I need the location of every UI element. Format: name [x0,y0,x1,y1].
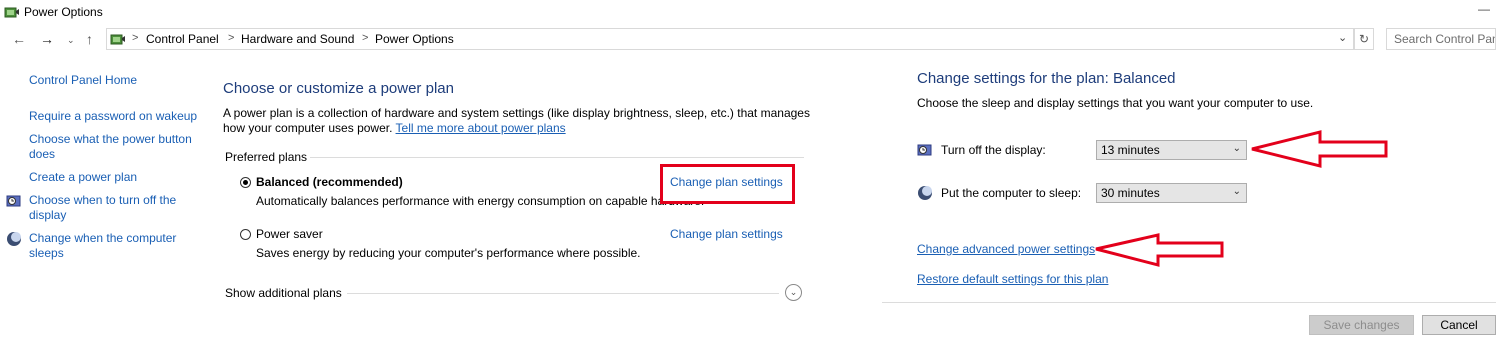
address-power-icon [110,31,126,47]
plan-description-text: how your computer uses power. [223,121,393,135]
breadcrumb-hardware-and-sound[interactable]: Hardware and Sound [241,32,354,46]
forward-icon[interactable]: → [40,31,54,47]
change-plan-settings-balanced-link-overlay[interactable]: Change plan settings [670,175,783,189]
power-saver-radio[interactable] [240,229,251,240]
settings-heading: Change settings for the plan: Balanced [917,70,1176,87]
cancel-button[interactable]: Cancel [1422,315,1496,335]
window-title: Power Options [24,5,103,19]
plan-desc-power-saver: Saves energy by reducing your computer's… [256,246,641,260]
sidebar-item-label: Change when the computer [29,231,177,245]
sidebar-item-turn-off-display[interactable]: Choose when to turn off the display [29,193,176,223]
sidebar-item-label: does [29,147,56,161]
refresh-icon[interactable]: ↻ [1354,28,1374,50]
sidebar-item-change-sleep[interactable]: Change when the computer sleeps [29,231,176,261]
turn-off-display-label: Turn off the display: [941,143,1046,157]
divider [347,293,779,294]
settings-subtitle: Choose the sleep and display settings th… [917,96,1314,110]
plan-description-line2: how your computer uses power. Tell me mo… [223,121,566,135]
change-plan-settings-power-saver-link[interactable]: Change plan settings [670,227,783,241]
change-advanced-settings-link[interactable]: Change advanced power settings [917,242,1095,256]
sleep-moon-icon [917,185,933,201]
plan-name-balanced: Balanced (recommended) [256,175,403,189]
breadcrumb-power-options[interactable]: Power Options [375,32,454,46]
tell-me-more-link[interactable]: Tell me more about power plans [396,121,566,135]
breadcrumb-separator: > [362,32,369,44]
plan-desc-balanced: Automatically balances performance with … [256,194,705,208]
plan-name-power-saver: Power saver [256,227,323,241]
sidebar-item-label: Choose what the power button [29,132,192,146]
sidebar-item-create-plan[interactable]: Create a power plan [29,170,137,184]
chevron-down-icon: ⌄ [1232,143,1241,154]
back-icon[interactable]: ← [12,31,26,47]
chevron-down-icon: ⌄ [1232,186,1241,197]
address-dropdown-chevron-down-icon[interactable]: ⌄ [1338,31,1347,44]
preferred-plans-label: Preferred plans [225,150,308,164]
display-clock-icon [6,193,22,209]
up-icon[interactable]: ↑ [86,31,93,47]
annotation-arrow-display [1251,130,1388,168]
turn-off-display-value: 13 minutes [1101,143,1160,157]
breadcrumb-separator: > [228,32,235,44]
page-title: Choose or customize a power plan [223,80,454,97]
sleep-label: Put the computer to sleep: [941,186,1082,200]
show-additional-plans-label[interactable]: Show additional plans [225,286,342,300]
sleep-select[interactable]: 30 minutes ⌄ [1096,183,1247,203]
save-changes-button[interactable]: Save changes [1309,315,1414,335]
sidebar-item-require-password[interactable]: Require a password on wakeup [29,109,197,123]
breadcrumb-separator: > [132,32,139,44]
breadcrumb-control-panel[interactable]: Control Panel [146,32,219,46]
sidebar-item-label: sleeps [29,246,64,260]
power-options-icon [4,4,20,20]
balanced-radio[interactable] [240,177,251,188]
divider [882,302,1496,303]
annotation-arrow-advanced [1095,233,1224,267]
sleep-value: 30 minutes [1101,186,1160,200]
search-input[interactable]: Search Control Pan [1386,28,1496,50]
sidebar-item-label: display [29,208,67,222]
expand-chevron-down-icon[interactable]: ⌄ [785,284,802,301]
plan-description-line1: A power plan is a collection of hardware… [223,106,810,120]
recent-locations-chevron-down-icon[interactable]: ⌄ [67,35,75,46]
turn-off-display-select[interactable]: 13 minutes ⌄ [1096,140,1247,160]
sidebar-item-label: Choose when to turn off the [29,193,177,207]
restore-defaults-link[interactable]: Restore default settings for this plan [917,272,1108,286]
sleep-moon-icon [6,231,22,247]
sidebar-control-panel-home[interactable]: Control Panel Home [29,73,137,87]
sidebar-item-power-button[interactable]: Choose what the power button does [29,132,192,162]
display-clock-icon [917,142,933,158]
divider [310,157,804,158]
minimize-icon[interactable]: — [1478,2,1490,16]
